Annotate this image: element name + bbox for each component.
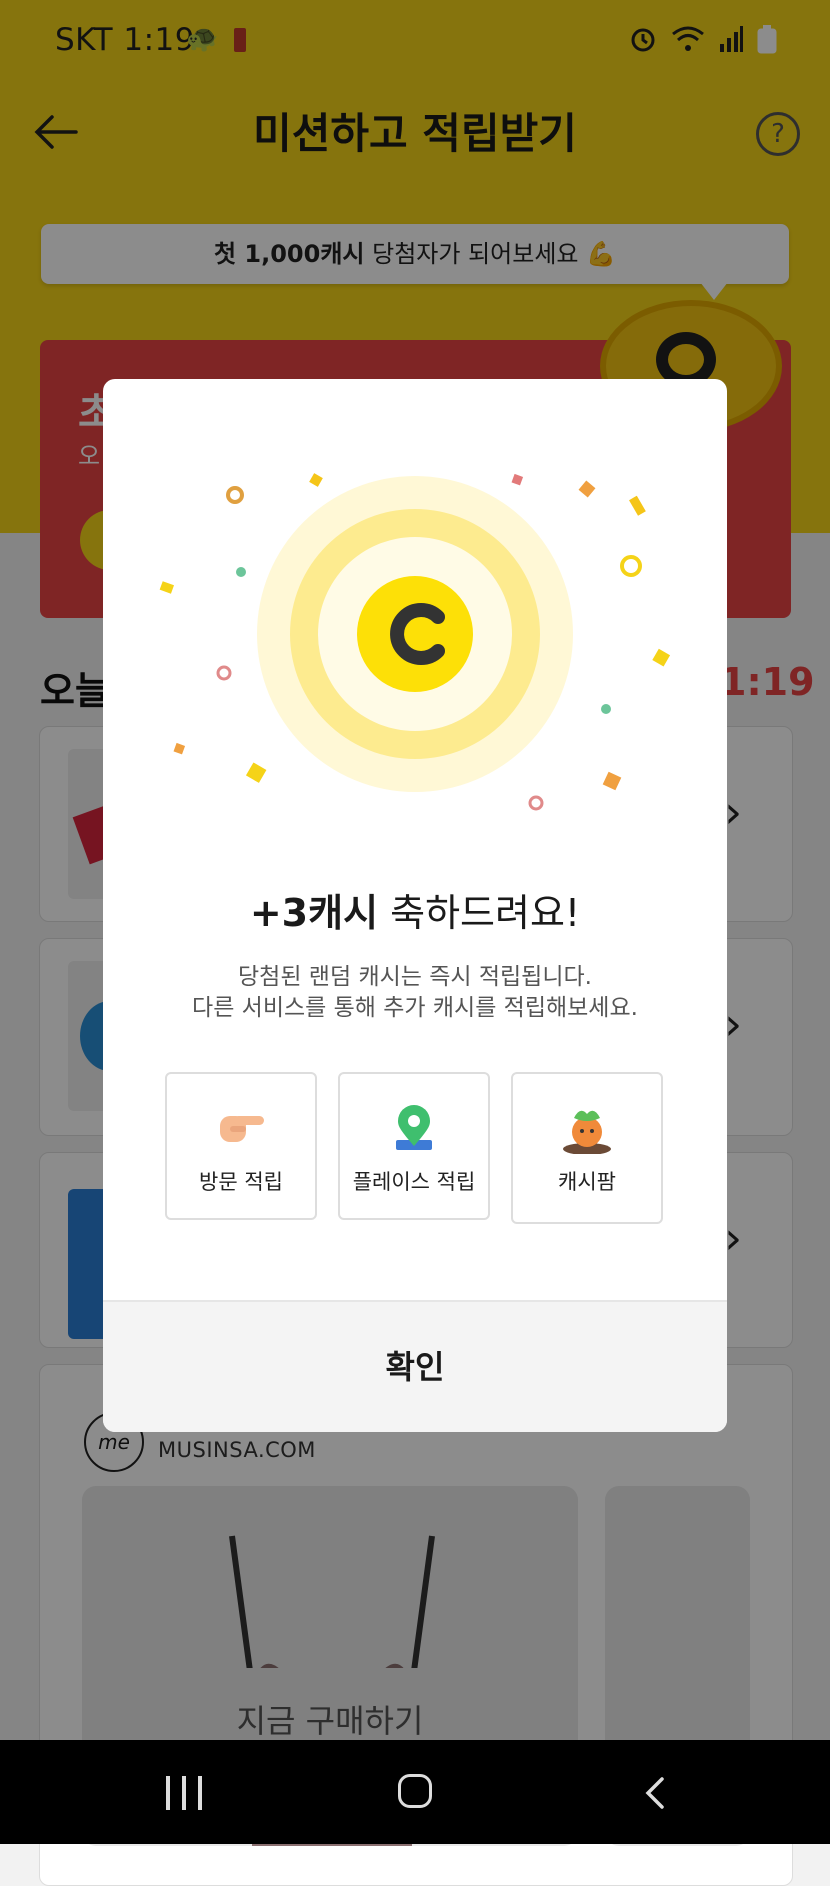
reward-description-line1: 당첨된 랜덤 캐시는 즉시 적립됩니다. <box>238 964 592 990</box>
pointing-hand-icon <box>167 1104 315 1154</box>
system-back-icon[interactable] <box>640 1776 670 1810</box>
cashfarm-button[interactable]: 캐시팜 <box>511 1072 663 1224</box>
coin-reward-illustration <box>159 473 671 811</box>
system-navigation-bar <box>0 1740 830 1844</box>
carrot-character-icon <box>513 1104 661 1154</box>
cashfarm-label: 캐시팜 <box>558 1170 616 1194</box>
reward-title: +3캐시 축하드려요! <box>103 882 727 937</box>
recent-apps-icon[interactable] <box>166 1776 202 1810</box>
confirm-label: 확인 <box>385 1348 445 1386</box>
reward-description-line2: 다른 서비스를 통해 추가 캐시를 적립해보세요. <box>192 995 638 1021</box>
visit-reward-button[interactable]: 방문 적립 <box>165 1072 317 1220</box>
location-pin-icon <box>340 1104 488 1154</box>
visit-reward-label: 방문 적립 <box>199 1170 283 1194</box>
reward-message: 축하드려요! <box>378 891 581 935</box>
reward-amount: +3캐시 <box>249 891 379 935</box>
confirm-button[interactable]: 확인 <box>103 1300 727 1432</box>
reward-modal: +3캐시 축하드려요! 당첨된 랜덤 캐시는 즉시 적립됩니다. 다른 서비스를… <box>103 379 727 1432</box>
home-icon[interactable] <box>398 1774 432 1808</box>
place-reward-button[interactable]: 플레이스 적립 <box>338 1072 490 1220</box>
place-reward-label: 플레이스 적립 <box>352 1170 476 1194</box>
